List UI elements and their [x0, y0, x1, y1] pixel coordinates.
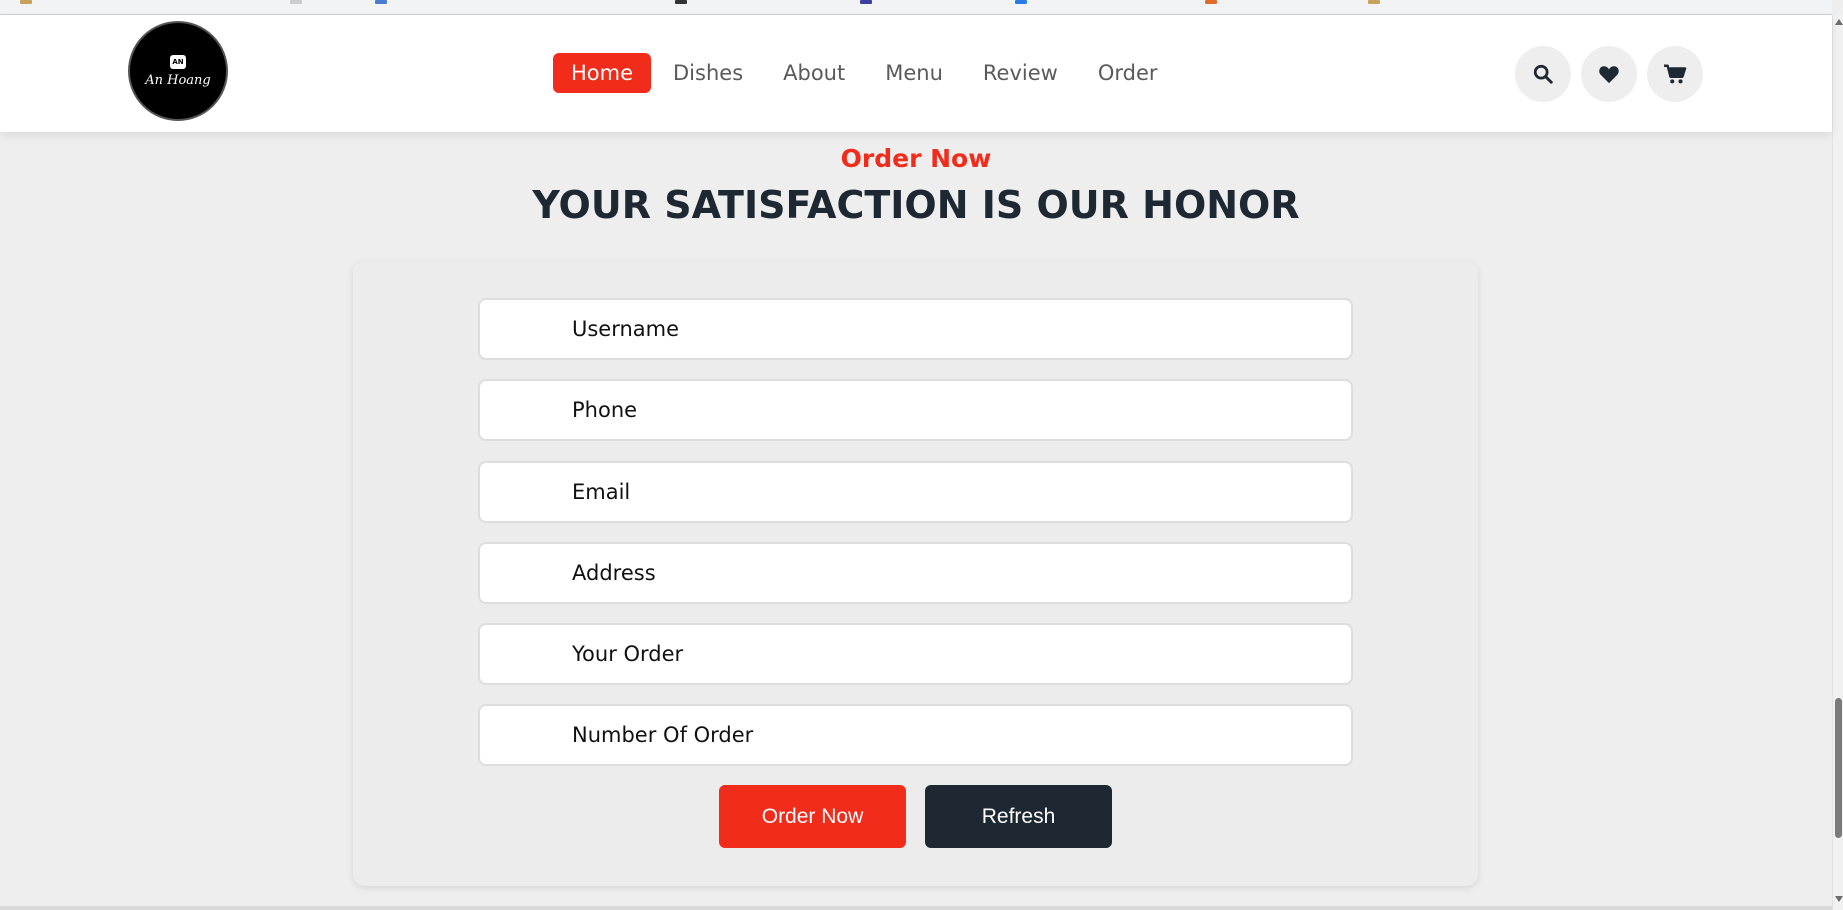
- cart-button[interactable]: [1647, 46, 1703, 102]
- your-order-input[interactable]: [480, 625, 1351, 683]
- site-header: AN An Hoang Home Dishes About Menu Revie…: [0, 15, 1832, 132]
- bookmark-icon[interactable]: [1368, 0, 1380, 4]
- browser-bookmark-strip: [0, 0, 1832, 15]
- nav-item-about[interactable]: About: [765, 53, 863, 93]
- nav-item-menu[interactable]: Menu: [867, 53, 961, 93]
- logo[interactable]: AN An Hoang: [128, 21, 228, 121]
- order-form: Order Now Refresh: [353, 261, 1478, 886]
- scroll-down-icon[interactable]: [1835, 896, 1843, 902]
- search-icon: [1533, 64, 1553, 84]
- your-order-field: [478, 623, 1353, 685]
- bookmark-icon[interactable]: [375, 0, 387, 4]
- main-nav: Home Dishes About Menu Review Order: [553, 53, 1180, 93]
- bookmark-icon[interactable]: [675, 0, 687, 4]
- nav-item-home[interactable]: Home: [553, 53, 652, 93]
- email-input[interactable]: [480, 463, 1351, 521]
- number-of-order-field: [478, 704, 1353, 766]
- username-field: [478, 298, 1353, 360]
- scrollbar[interactable]: [1832, 15, 1843, 910]
- bookmark-icon[interactable]: [1015, 0, 1027, 4]
- bookmark-icon[interactable]: [860, 0, 872, 4]
- scroll-up-icon[interactable]: [1835, 19, 1843, 25]
- wishlist-button[interactable]: [1581, 46, 1637, 102]
- logo-badge: AN: [170, 54, 186, 69]
- section-eyebrow: Order Now: [840, 144, 992, 173]
- number-of-order-input[interactable]: [480, 706, 1351, 764]
- email-field: [478, 461, 1353, 523]
- heart-icon: [1599, 66, 1619, 84]
- nav-item-order[interactable]: Order: [1080, 53, 1176, 93]
- nav-item-dishes[interactable]: Dishes: [655, 53, 761, 93]
- bookmark-icon[interactable]: [20, 0, 32, 4]
- username-input[interactable]: [480, 300, 1351, 358]
- refresh-button[interactable]: Refresh: [925, 785, 1112, 848]
- address-field: [478, 542, 1353, 604]
- search-button[interactable]: [1515, 46, 1571, 102]
- phone-input[interactable]: [480, 381, 1351, 439]
- section-title: YOUR SATISFACTION IS OUR HONOR: [532, 183, 1300, 227]
- logo-text: An Hoang: [145, 72, 211, 88]
- page-bottom-edge: [0, 906, 1832, 910]
- bookmark-icon[interactable]: [290, 0, 302, 4]
- scrollbar-thumb[interactable]: [1835, 698, 1842, 838]
- phone-field: [478, 379, 1353, 441]
- bookmark-icon[interactable]: [1205, 0, 1217, 4]
- nav-item-review[interactable]: Review: [965, 53, 1076, 93]
- address-input[interactable]: [480, 544, 1351, 602]
- cart-icon: [1664, 64, 1687, 84]
- order-now-button[interactable]: Order Now: [719, 785, 906, 848]
